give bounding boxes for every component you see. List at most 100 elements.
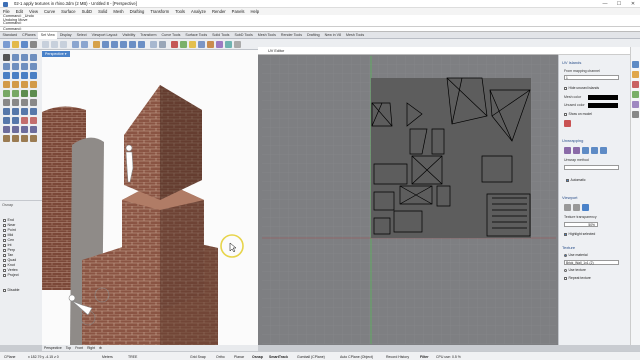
fillet-icon[interactable] (3, 99, 10, 106)
highlight-selected-checkbox[interactable]: Highlight selected (564, 232, 595, 236)
paste-icon[interactable] (60, 41, 67, 48)
tab-mesh-tools-2[interactable]: Mesh Tools (344, 32, 367, 39)
join-icon[interactable] (30, 99, 37, 106)
tab-select[interactable]: Select (74, 32, 89, 39)
zoom-uv-icon[interactable] (564, 204, 571, 211)
uv-islands-header[interactable]: UV Islands (562, 60, 581, 65)
tab-curve-tools[interactable]: Curve Tools (159, 32, 183, 39)
osnap-mid[interactable]: Mid (3, 233, 13, 237)
ortho-toggle[interactable]: Ortho (216, 355, 225, 359)
use-material-radio[interactable]: Use material (564, 253, 588, 257)
explode-icon[interactable] (21, 117, 28, 124)
seam-icon[interactable] (591, 147, 598, 154)
ellipse-icon[interactable] (21, 63, 28, 70)
stitch-icon[interactable] (600, 147, 607, 154)
zoom-window-icon[interactable] (120, 41, 127, 48)
unused-color-swatch[interactable] (588, 103, 618, 108)
properties-icon[interactable] (207, 41, 214, 48)
grid-snap-toggle[interactable]: Grid Snap (190, 355, 206, 359)
text-icon[interactable] (12, 126, 19, 133)
menu-curve[interactable]: Curve (41, 8, 58, 15)
material-select[interactable]: Brick_Wall_1x1 (2) (564, 260, 619, 265)
menu-panels[interactable]: Panels (229, 8, 248, 15)
render-icon[interactable] (225, 41, 232, 48)
circle-icon[interactable] (3, 63, 10, 70)
zoom-extents-icon[interactable] (129, 41, 136, 48)
extrude-icon[interactable] (30, 81, 37, 88)
autocplane-toggle[interactable]: Auto CPlane (Object) (340, 355, 373, 359)
osnap-end[interactable]: End (3, 218, 14, 222)
rotate-view-icon[interactable] (102, 41, 109, 48)
tab-subd-tools[interactable]: SubD Tools (232, 32, 255, 39)
uv-canvas[interactable] (262, 56, 556, 344)
tab-cplanes[interactable]: CPlanes (20, 32, 39, 39)
record-history-toggle[interactable]: Record History (386, 355, 409, 359)
gumball-toggle[interactable]: Gumball (CPlane) (297, 355, 325, 359)
light-icon[interactable] (189, 41, 196, 48)
select-arrow-icon[interactable] (3, 54, 10, 61)
hatch-icon[interactable] (21, 126, 28, 133)
mesh-color-swatch[interactable] (588, 95, 618, 100)
revolve-icon[interactable] (30, 72, 37, 79)
tab-display[interactable]: Display (57, 32, 74, 39)
close-button[interactable]: ✕ (626, 0, 640, 8)
perspective-viewport[interactable] (42, 50, 258, 345)
use-texture-radio[interactable]: Use texture (564, 268, 586, 272)
osnap-project[interactable]: Project (3, 273, 19, 277)
scale-icon[interactable] (30, 108, 37, 115)
help-tab-icon[interactable] (632, 111, 639, 118)
unwrap-method-select[interactable] (564, 165, 619, 170)
curve-icon[interactable] (30, 54, 37, 61)
block-icon[interactable] (30, 126, 37, 133)
pack-icon[interactable] (573, 147, 580, 154)
hide-unused-checkbox[interactable]: Hide unused islands (564, 86, 599, 90)
mesh-icon[interactable] (3, 90, 10, 97)
sphere-icon[interactable] (12, 81, 19, 88)
osnap-knot[interactable]: Knot (3, 263, 15, 267)
tab-render-tools[interactable]: Render Tools (278, 32, 304, 39)
options-icon[interactable] (234, 41, 241, 48)
new-file-icon[interactable] (3, 41, 10, 48)
mirror-icon[interactable] (3, 117, 10, 124)
copy-object-icon[interactable] (12, 108, 19, 115)
zoom-selected-icon[interactable] (138, 41, 145, 48)
subd-icon[interactable] (12, 90, 19, 97)
maximize-button[interactable]: ☐ (612, 0, 626, 8)
tab-new-in-v8[interactable]: New in V8 (322, 32, 343, 39)
move-icon[interactable] (3, 108, 10, 115)
view-uv-icon[interactable] (582, 204, 589, 211)
osnap-toggle[interactable]: Osnap (252, 355, 263, 359)
environment-tab-icon[interactable] (632, 101, 639, 108)
copy-icon[interactable] (51, 41, 58, 48)
cut-icon[interactable] (42, 41, 49, 48)
menu-solid[interactable]: Solid (95, 8, 110, 15)
pan-icon[interactable] (93, 41, 100, 48)
split-icon[interactable] (21, 99, 28, 106)
print-icon[interactable] (30, 41, 37, 48)
tab-solid-tools[interactable]: Solid Tools (210, 32, 232, 39)
render-tab-icon[interactable] (632, 81, 639, 88)
menu-subd[interactable]: SubD (79, 8, 95, 15)
menu-analyze[interactable]: Analyze (188, 8, 209, 15)
polyline-icon[interactable] (21, 54, 28, 61)
current-layer[interactable]: TREE (128, 355, 137, 359)
point-icon[interactable] (12, 54, 19, 61)
grid-icon[interactable] (159, 41, 166, 48)
arc-icon[interactable] (12, 63, 19, 70)
filter-toggle[interactable]: Filter (420, 355, 429, 359)
unwrapping-header[interactable]: Unwrapping (562, 138, 583, 143)
osnap-disable[interactable]: Disable (3, 288, 20, 292)
tab-drafting[interactable]: Drafting (305, 32, 323, 39)
cage-icon[interactable] (30, 135, 37, 142)
materials-tab-icon[interactable] (632, 91, 639, 98)
tab-transform[interactable]: Transform (138, 32, 159, 39)
rectangle-icon[interactable] (30, 63, 37, 70)
osnap-tan[interactable]: Tan (3, 253, 13, 257)
mapping-channel-select[interactable]: 1 (564, 75, 619, 80)
analyze-icon[interactable] (3, 135, 10, 142)
zoom-icon[interactable] (111, 41, 118, 48)
distance-icon[interactable] (12, 135, 19, 142)
menu-help[interactable]: Help (247, 8, 262, 15)
four-view-icon[interactable] (150, 41, 157, 48)
planar-toggle[interactable]: Planar (234, 355, 244, 359)
